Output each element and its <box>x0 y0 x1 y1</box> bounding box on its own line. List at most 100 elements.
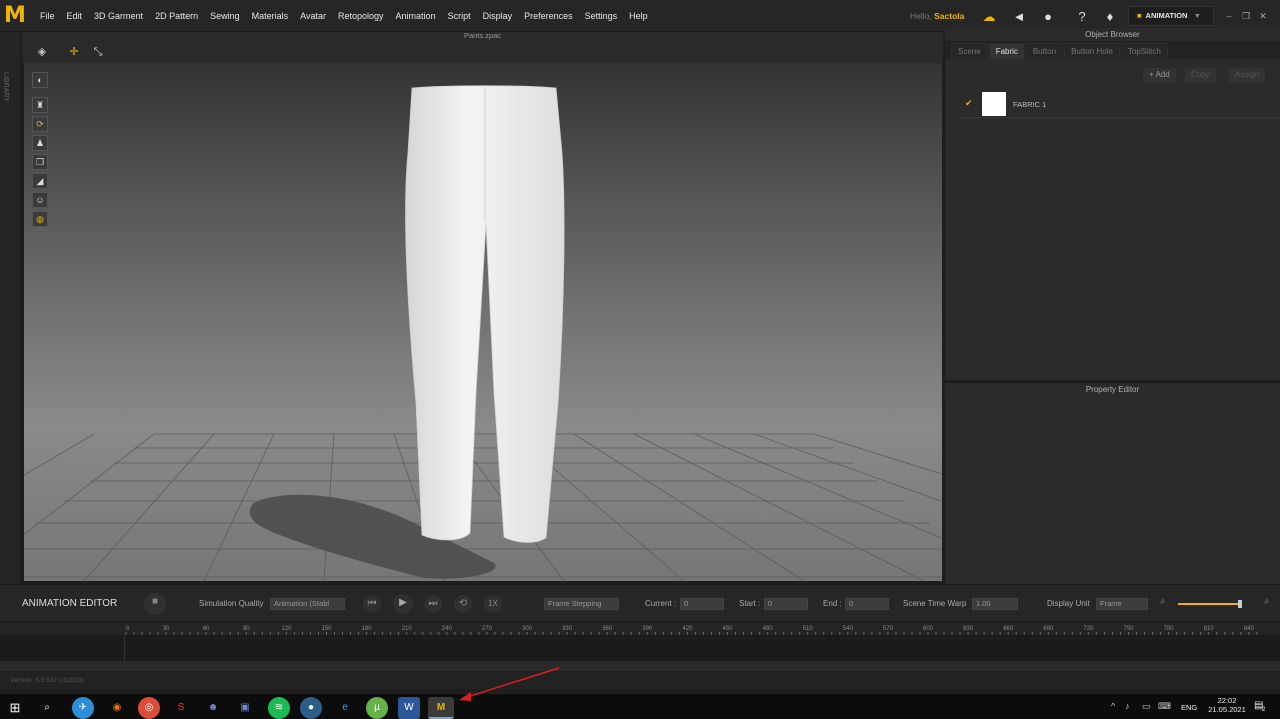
tab-button[interactable]: Button <box>1025 43 1064 59</box>
ruler-label: 30 <box>163 626 170 632</box>
current-input[interactable]: 0 <box>680 598 724 610</box>
zoom-slider-handle[interactable] <box>1238 600 1242 608</box>
sim-quality-select[interactable]: Animation (Stabl <box>270 598 345 610</box>
tab-scene[interactable]: Scene <box>951 43 988 59</box>
add-button[interactable]: + Add <box>1143 68 1176 82</box>
mode-selector[interactable]: ■ ANIMATION ▾ <box>1128 6 1214 26</box>
menu-materials[interactable]: Materials <box>252 11 289 21</box>
megaphone-icon[interactable]: ◄ <box>1011 9 1027 25</box>
utorrent-icon[interactable]: µ <box>366 697 388 719</box>
user-name[interactable]: Sactola <box>934 11 964 21</box>
user-icon[interactable]: ● <box>1040 9 1056 25</box>
zoom-slider-track[interactable] <box>1178 603 1240 605</box>
zoom-in-icon[interactable]: ⌕ <box>1264 596 1270 607</box>
fabric-list-item[interactable]: ✔ FABRIC 1 <box>957 90 1280 118</box>
menu-display[interactable]: Display <box>483 11 513 21</box>
timeline-scrollbar[interactable] <box>0 661 1280 671</box>
loop-icon[interactable]: ⟲ <box>454 595 472 613</box>
spotify-icon[interactable]: ≋ <box>268 697 290 719</box>
telegram-icon[interactable]: ✈ <box>72 697 94 719</box>
ruler-label: 570 <box>883 626 894 632</box>
bird-icon[interactable]: ♦ <box>1102 9 1118 25</box>
tray-chevron-icon[interactable]: ^ <box>1111 701 1115 711</box>
menu-3d-garment[interactable]: 3D Garment <box>94 11 143 21</box>
globe-icon[interactable]: ◍ <box>32 211 48 227</box>
check-icon[interactable]: ✔ <box>965 98 973 109</box>
minimize-icon[interactable]: – <box>1222 10 1236 22</box>
menu-file[interactable]: File <box>40 11 55 21</box>
end-input[interactable]: 0 <box>845 598 889 610</box>
eraser-icon[interactable]: ◢ <box>32 173 48 189</box>
library-tab[interactable]: LIBRARY <box>0 32 22 584</box>
record-camera-icon[interactable]: ■ <box>144 593 166 615</box>
clock-time: 22:02 <box>1217 696 1237 705</box>
ruler-label: 270 <box>482 626 493 632</box>
forward-icon[interactable]: ⏭ <box>424 595 442 613</box>
app-logo[interactable]: M <box>4 4 28 28</box>
network-icon[interactable]: ▭ <box>1142 701 1151 712</box>
edge-icon[interactable]: e <box>334 697 356 719</box>
blender-icon[interactable]: ◉ <box>106 697 128 719</box>
chrome-icon[interactable]: ◎ <box>138 697 160 719</box>
cloud-icon[interactable]: ☁ <box>981 9 997 25</box>
word-icon[interactable]: W <box>398 697 420 719</box>
keyboard-icon[interactable]: ⌨ <box>1158 701 1171 712</box>
media-icon[interactable]: ● <box>300 697 322 719</box>
person-icon[interactable]: ☺ <box>32 192 48 208</box>
display-unit-select[interactable]: Frame <box>1096 598 1148 610</box>
windows-start-icon[interactable]: ⊞ <box>4 697 26 719</box>
office-icon[interactable]: S <box>170 697 192 719</box>
rewind-icon[interactable]: ⏮ <box>363 595 381 613</box>
speed-button[interactable]: 1X <box>484 595 502 613</box>
avatar-icon[interactable]: ♟ <box>32 135 48 151</box>
play-icon[interactable]: ▶ <box>393 594 413 614</box>
menu-help[interactable]: Help <box>629 11 648 21</box>
timeline-ruler[interactable]: 0 30 60 90 120 150 180 210 240 270 300 330 360 390 420… <box>0 622 1280 635</box>
menu-preferences[interactable]: Preferences <box>524 11 573 21</box>
tab-button-hole[interactable]: Button Hole <box>1064 43 1120 59</box>
menu-avatar[interactable]: Avatar <box>300 11 326 21</box>
tab-topstitch[interactable]: TopStitch <box>1120 43 1168 59</box>
start-input[interactable]: 0 <box>764 598 808 610</box>
volume-icon[interactable]: ♪ <box>1125 701 1130 711</box>
copy-icon[interactable]: ❐ <box>32 154 48 170</box>
help-icon[interactable]: ? <box>1074 9 1090 25</box>
timeline-track[interactable] <box>0 635 1280 661</box>
menu-script[interactable]: Script <box>448 11 471 21</box>
time-warp-label: Scene Time Warp <box>903 599 967 608</box>
sync-icon[interactable]: ⟳ <box>32 116 48 132</box>
language-indicator[interactable]: ENG <box>1181 703 1197 712</box>
copy-button[interactable]: Copy <box>1185 68 1216 82</box>
layers-icon[interactable]: ◈ <box>34 44 50 60</box>
menu-edit[interactable]: Edit <box>67 11 83 21</box>
3d-viewport[interactable]: ◐ ♜ ⟳ ♟ ❐ ◢ ☺ ◍ <box>24 63 942 581</box>
object-browser-tabs: Scene Fabric Button Button Hole TopStitc… <box>945 41 1280 59</box>
garment-tool-icon[interactable]: ◐ <box>32 72 48 88</box>
frame-mode-select[interactable]: Frame Stepping <box>544 598 619 610</box>
pin-tool-icon[interactable]: ⤡ <box>90 44 106 60</box>
ruler-label: 780 <box>1164 626 1175 632</box>
property-editor-title: Property Editor <box>945 382 1280 395</box>
end-value: 0 <box>849 599 854 608</box>
viewport-title: Pants.zpac <box>22 32 943 40</box>
search-icon[interactable]: ⌕ <box>36 697 58 719</box>
restore-icon[interactable]: ❐ <box>1239 10 1253 22</box>
save-icon[interactable]: ▣ <box>234 697 256 719</box>
tab-fabric[interactable]: Fabric <box>988 43 1025 59</box>
move-tool-icon[interactable]: ✛ <box>66 44 82 60</box>
menu-settings[interactable]: Settings <box>585 11 618 21</box>
zoom-out-icon[interactable]: ⌕ <box>1160 596 1166 607</box>
shirt-icon[interactable]: ♜ <box>32 97 48 113</box>
fabric-name[interactable]: FABRIC 1 <box>1013 100 1046 109</box>
menu-retopology[interactable]: Retopology <box>338 11 384 21</box>
time-warp-input[interactable]: 1.00 <box>972 598 1018 610</box>
menu-sewing[interactable]: Sewing <box>210 11 240 21</box>
ruler-label: 600 <box>923 626 934 632</box>
assign-button[interactable]: Assign <box>1229 68 1266 82</box>
menu-animation[interactable]: Animation <box>396 11 436 21</box>
clock[interactable]: 22:02 21.05.2021 <box>1207 696 1247 714</box>
menu-2d-pattern[interactable]: 2D Pattern <box>155 11 198 21</box>
discord-icon[interactable]: ☻ <box>202 697 224 719</box>
marvelous-designer-icon[interactable]: M <box>428 697 454 719</box>
close-icon[interactable]: ✕ <box>1256 10 1270 22</box>
